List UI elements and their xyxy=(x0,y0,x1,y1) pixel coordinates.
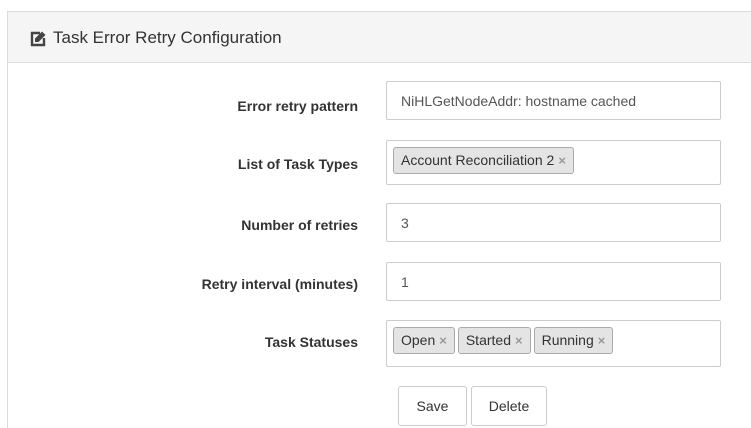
panel-title: Task Error Retry Configuration xyxy=(53,28,282,47)
number-of-retries-label: Number of retries xyxy=(241,217,358,233)
retry-interval-input[interactable] xyxy=(386,262,721,301)
tag-label: Running xyxy=(541,332,594,348)
panel-heading: Task Error Retry Configuration xyxy=(8,12,751,63)
status-tag-started: Started × xyxy=(457,327,531,354)
status-tag-running: Running × xyxy=(533,327,614,354)
tag-remove-icon[interactable]: × xyxy=(558,153,566,168)
tag-label: Started xyxy=(465,332,511,348)
status-tag-open: Open × xyxy=(393,327,455,354)
tag-label: Account Reconciliation 2 xyxy=(401,152,555,168)
error-retry-pattern-input[interactable] xyxy=(386,81,721,120)
number-of-retries-input[interactable] xyxy=(386,203,721,242)
task-types-select[interactable]: Account Reconciliation 2 × xyxy=(386,140,721,185)
tag-remove-icon[interactable]: × xyxy=(439,333,447,348)
tag-remove-icon[interactable]: × xyxy=(598,333,606,348)
error-retry-pattern-label: Error retry pattern xyxy=(237,98,358,114)
delete-button[interactable]: Delete xyxy=(471,386,547,426)
edit-icon xyxy=(29,30,47,48)
task-statuses-select[interactable]: Open × Started × Running × xyxy=(386,320,721,367)
task-statuses-label: Task Statuses xyxy=(264,334,358,350)
task-type-tag: Account Reconciliation 2 × xyxy=(393,147,574,174)
tag-remove-icon[interactable]: × xyxy=(515,333,523,348)
tag-label: Open xyxy=(401,332,436,348)
retry-interval-label: Retry interval (minutes) xyxy=(201,276,358,292)
retry-config-panel: Task Error Retry Configuration Error ret… xyxy=(7,11,751,428)
task-types-label: List of Task Types xyxy=(237,156,358,172)
save-button[interactable]: Save xyxy=(398,386,467,426)
